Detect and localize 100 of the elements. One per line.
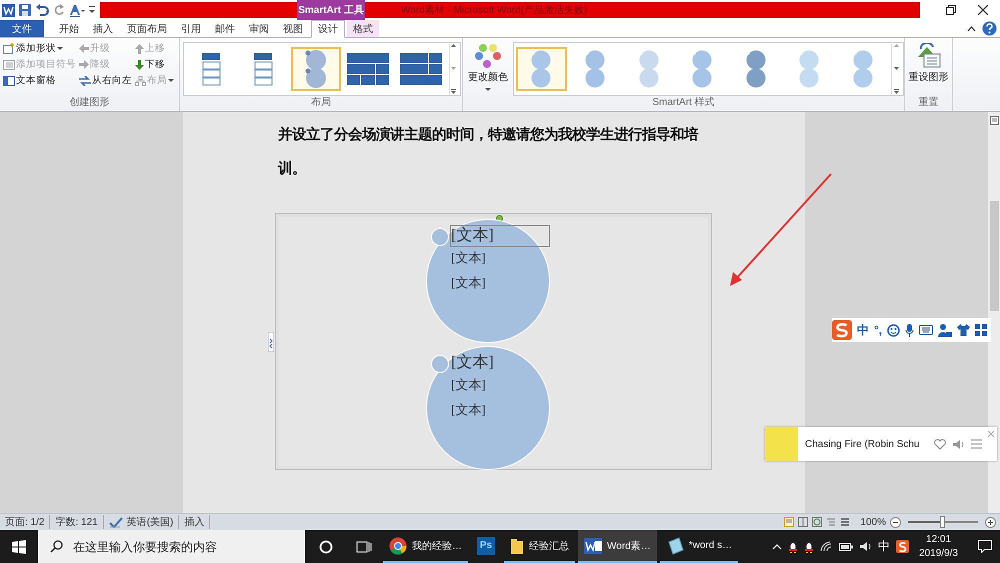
circle-shape[interactable]: [文本] [文本] [文本]: [426, 219, 550, 343]
taskbar-app-button[interactable]: *word s…: [660, 530, 738, 563]
taskbar-app-button[interactable]: 我的经验…: [383, 530, 468, 563]
reset-graphic-button[interactable]: 重设图形: [906, 41, 950, 86]
status-text[interactable]: 插入: [184, 515, 204, 529]
zoom-slider-thumb[interactable]: [940, 516, 945, 528]
help-icon[interactable]: [982, 21, 997, 36]
ribbon-command[interactable]: 从右向左: [78, 73, 133, 88]
smiley-icon[interactable]: [887, 324, 900, 336]
word-app-icon[interactable]: [2, 4, 15, 16]
penguin-icon[interactable]: [788, 540, 798, 553]
collapse-ribbon-icon[interactable]: [967, 25, 976, 32]
heart-icon[interactable]: [934, 438, 946, 450]
draft-view-icon[interactable]: [840, 517, 850, 527]
scroll-up-icon[interactable]: [451, 44, 456, 47]
circle-style-drawing: [530, 50, 552, 88]
battery-icon[interactable]: [839, 542, 854, 550]
album-cover-placeholder: [765, 427, 798, 461]
more-icon[interactable]: [451, 89, 456, 94]
ribbon-tab[interactable]: 开始: [53, 20, 85, 37]
punctuation-toggle[interactable]: °,: [874, 323, 882, 337]
ribbon-command[interactable]: 下移: [134, 57, 175, 72]
ruler-toggle-icon: [990, 116, 998, 125]
taskbar-app-button[interactable]: Word素…: [578, 530, 657, 563]
placeholder-text[interactable]: [文本]: [451, 353, 494, 373]
placeholder-text[interactable]: [文本]: [451, 275, 486, 291]
color-dots-icon: [473, 43, 503, 69]
chevron-up-icon[interactable]: [772, 544, 782, 550]
full-screen-reading-icon[interactable]: [798, 517, 808, 527]
hierarchy-icon: [135, 76, 146, 86]
ribbon-tab[interactable]: 邮件: [209, 20, 241, 37]
undo-icon[interactable]: [35, 4, 49, 16]
group-label: 创建图形: [68, 97, 110, 110]
ribbon-tab[interactable]: 审阅: [243, 20, 275, 37]
close-icon[interactable]: [978, 5, 988, 15]
ribbon-tab[interactable]: 引用: [175, 20, 207, 37]
more-icon[interactable]: [894, 89, 900, 94]
user-icon[interactable]: [938, 324, 952, 336]
wifi-icon[interactable]: [820, 541, 834, 552]
save-icon[interactable]: [19, 4, 31, 16]
taskbar-clock[interactable]: 12:01 2019/9/3: [919, 532, 958, 560]
print-layout-icon[interactable]: [784, 517, 794, 527]
zoom-in-icon[interactable]: [985, 516, 996, 528]
context-tab-group-label: SmartArt 工具: [297, 0, 365, 20]
grid-icon[interactable]: [975, 324, 988, 336]
text-effects-icon[interactable]: [69, 4, 85, 16]
penguin-icon[interactable]: [804, 540, 814, 553]
vertical-scrollbar[interactable]: [988, 112, 1000, 513]
reset-graphic-icon: [916, 43, 942, 69]
add-shape-icon: [3, 43, 15, 54]
web-layout-icon[interactable]: [812, 517, 822, 527]
circle-shape[interactable]: [文本] [文本] [文本]: [426, 346, 550, 470]
search-input-field[interactable]: 在这里输入你要搜索的内容: [71, 538, 295, 554]
playlist-icon[interactable]: [970, 439, 982, 449]
ribbon-command[interactable]: 添加形状: [2, 41, 77, 56]
scrollbar-thumb[interactable]: [990, 201, 998, 311]
circle-layout-drawing: [302, 49, 329, 89]
zoom-level-text[interactable]: 100%: [860, 516, 886, 528]
volume-icon[interactable]: [859, 541, 872, 552]
placeholder-text[interactable]: [文本]: [451, 250, 486, 266]
ribbon-tab[interactable]: 视图: [277, 20, 309, 37]
ribbon-tab[interactable]: 设计: [311, 20, 345, 38]
placeholder-text[interactable]: [文本]: [451, 226, 549, 246]
microphone-icon[interactable]: [905, 324, 914, 336]
outline-view-icon[interactable]: [826, 517, 836, 527]
group-label: 重置: [918, 97, 940, 110]
change-colors-button[interactable]: 更改颜色: [466, 41, 510, 96]
placeholder-text[interactable]: [文本]: [451, 377, 486, 393]
placeholder-text[interactable]: [文本]: [451, 402, 486, 418]
speaker-icon[interactable]: [952, 438, 964, 450]
keyboard-icon[interactable]: [919, 325, 934, 335]
right-arrow-icon: [79, 60, 89, 69]
block-layout-drawing: [346, 52, 390, 86]
restore-icon[interactable]: [946, 5, 956, 15]
circle-style-drawing: [584, 50, 606, 88]
customize-caret-icon[interactable]: [89, 5, 95, 15]
bullet-list-icon: [3, 60, 15, 70]
list-layout-drawing: [200, 52, 221, 86]
ribbon-tab[interactable]: 格式: [347, 20, 379, 37]
input-method-indicator[interactable]: 中: [878, 538, 890, 555]
ribbon-tab[interactable]: 插入: [87, 20, 119, 37]
file-tab[interactable]: 文件: [0, 20, 44, 37]
status-text[interactable]: 字数: 121: [55, 515, 98, 529]
up-arrow-icon: [135, 44, 144, 54]
scroll-down-icon[interactable]: [894, 66, 900, 70]
status-text[interactable]: 页面: 1/2: [5, 515, 44, 529]
taskbar-app-button[interactable]: 经验汇总: [504, 530, 575, 563]
ribbon-tab[interactable]: 页面布局: [121, 20, 173, 37]
redo-icon[interactable]: [53, 4, 65, 16]
taskbar-app-button[interactable]: Ps: [471, 530, 501, 563]
notification-icon[interactable]: [978, 540, 992, 553]
text-pane-toggle-icon[interactable]: [268, 332, 274, 352]
sogou-logo-icon[interactable]: [896, 540, 910, 553]
zoom-out-icon[interactable]: [890, 516, 901, 528]
input-mode-toggle[interactable]: 中: [857, 322, 869, 338]
proofing-check-icon[interactable]: [108, 516, 123, 528]
shirt-icon[interactable]: [957, 324, 970, 336]
taskbar-search-field[interactable]: 在这里输入你要搜索的内容: [38, 530, 305, 563]
ribbon-command[interactable]: 文本窗格: [2, 73, 77, 88]
language-status[interactable]: 英语(美国): [126, 515, 174, 529]
